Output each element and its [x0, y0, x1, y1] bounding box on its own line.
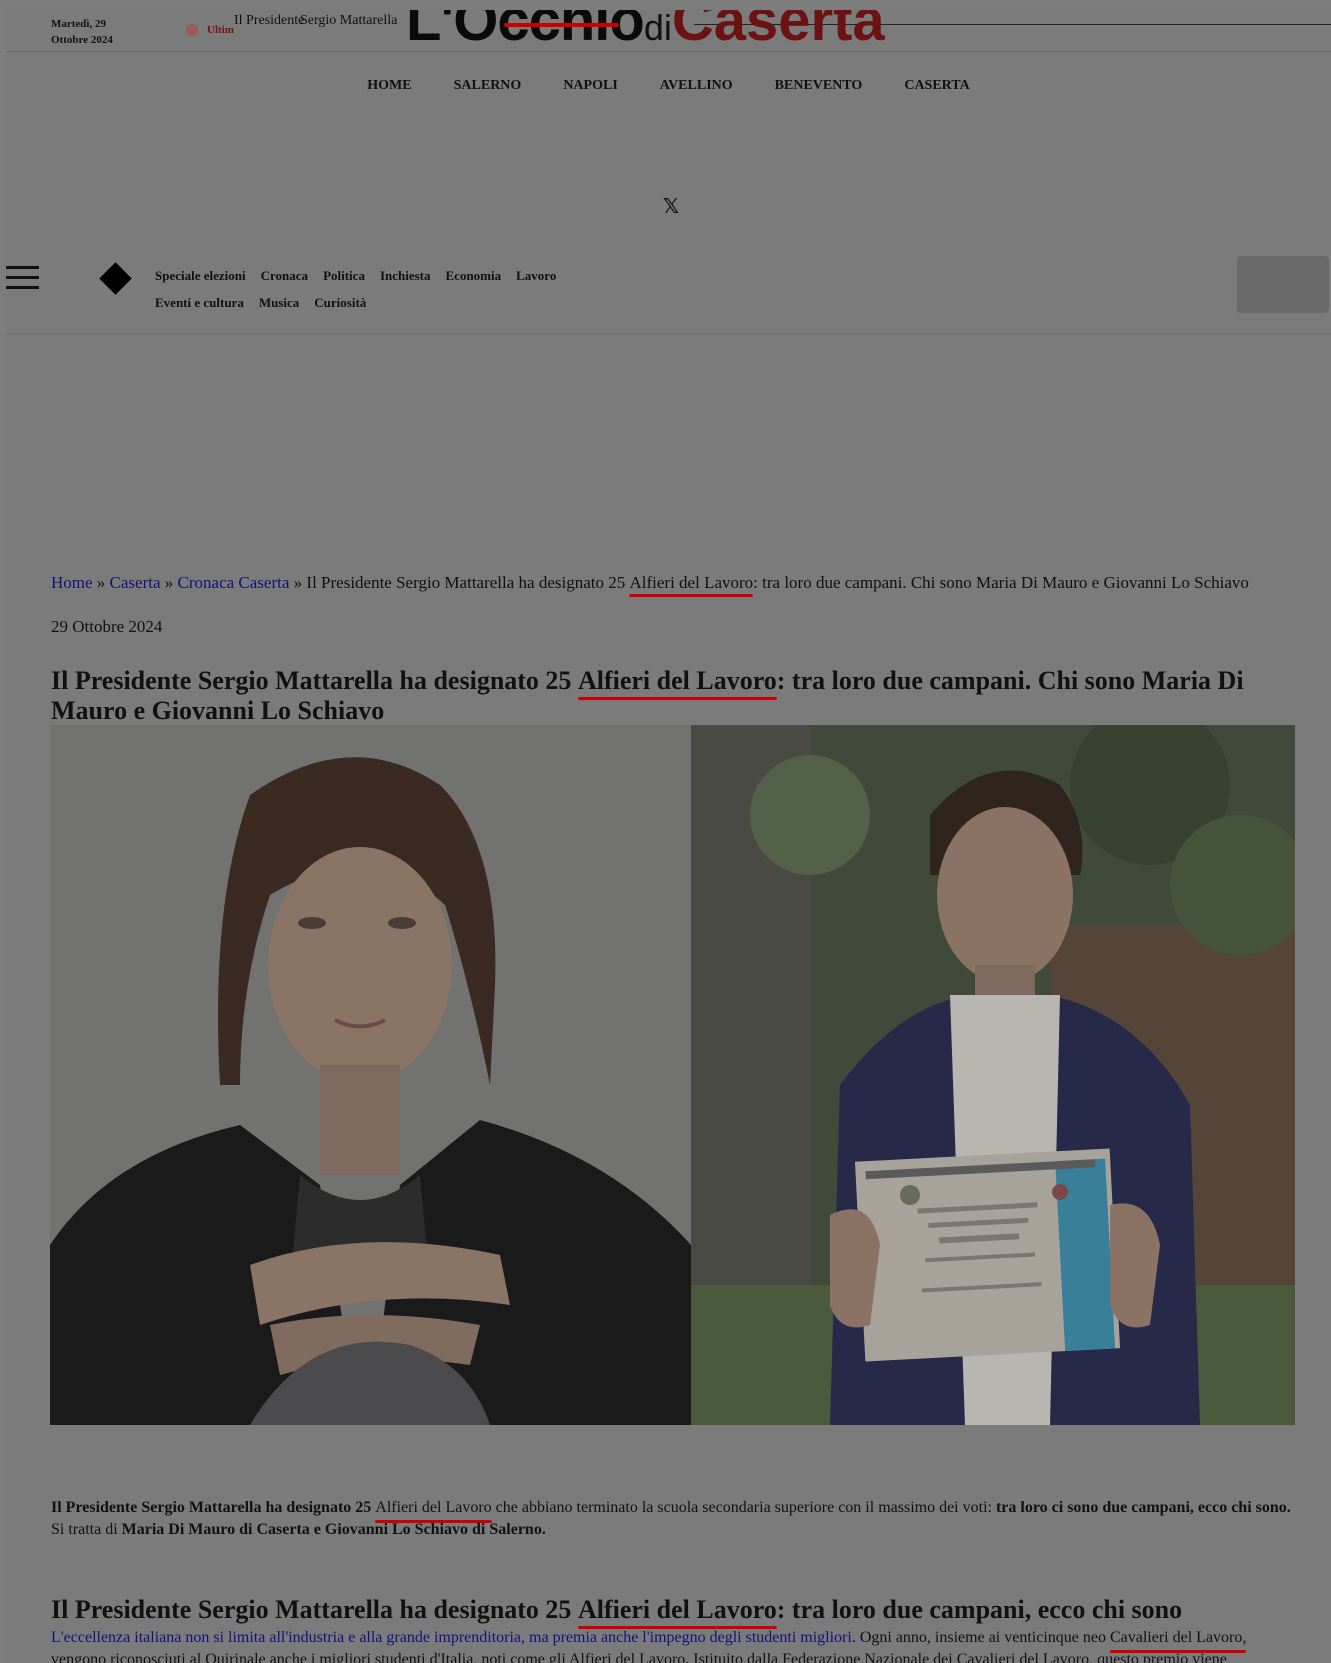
- breadcrumb-caserta[interactable]: Caserta: [110, 573, 161, 592]
- cat-politica[interactable]: Politica: [323, 262, 365, 289]
- article-paragraph: L'eccellenza italiana non si limita all'…: [51, 1629, 1247, 1663]
- cat-economia[interactable]: Economia: [446, 262, 502, 289]
- article-title: Il Presidente Sergio Mattarella ha desig…: [51, 666, 1244, 725]
- cat-speciale-elezioni[interactable]: Speciale elezioni: [155, 262, 246, 289]
- cat-eventi-cultura[interactable]: Eventi e cultura: [155, 289, 244, 316]
- cat-inchiesta[interactable]: Inchiesta: [380, 262, 431, 289]
- logo-highlight: [504, 23, 619, 27]
- article-hero-image: [50, 725, 1295, 1425]
- article-subheading: Il Presidente Sergio Mattarella ha desig…: [51, 1595, 1183, 1629]
- cat-lavoro[interactable]: Lavoro: [516, 262, 556, 289]
- nav-home[interactable]: HOME: [346, 78, 432, 94]
- article-lead: Il Presidente Sergio Mattarella ha desig…: [51, 1499, 1291, 1538]
- cat-cronaca[interactable]: Cronaca: [261, 262, 308, 289]
- nav-napoli[interactable]: NAPOLI: [542, 78, 638, 94]
- publish-date: 29 Ottobre 2024: [51, 617, 163, 636]
- nav-benevento[interactable]: BENEVENTO: [754, 78, 884, 94]
- search-button[interactable]: [1237, 256, 1329, 313]
- x-social-icon[interactable]: 𝕏: [663, 194, 679, 218]
- cat-musica[interactable]: Musica: [259, 289, 299, 316]
- breadcrumb-current: Il Presidente Sergio Mattarella ha desig…: [306, 573, 1249, 597]
- category-bar: Speciale elezioni Cronaca Politica Inchiest…: [6, 248, 1331, 334]
- paragraph-link[interactable]: L'eccellenza italiana non si limita all'…: [51, 1629, 852, 1646]
- hamburger-menu-icon[interactable]: [6, 266, 39, 290]
- diamond-logo-icon[interactable]: [99, 262, 132, 295]
- current-date: Martedì, 29 Ottobre 2024: [51, 18, 113, 46]
- cat-curiosita[interactable]: Curiosità: [314, 289, 366, 316]
- latest-news-label: Ultim: [186, 24, 234, 36]
- category-nav: Speciale elezioni Cronaca Politica Inchiest…: [155, 262, 615, 316]
- live-dot-icon: [186, 24, 198, 36]
- nav-salerno[interactable]: SALERNO: [433, 78, 543, 94]
- main-nav: HOME SALERNO NAPOLI AVELLINO BENEVENTO C…: [6, 78, 1331, 94]
- breadcrumb-home[interactable]: Home: [51, 573, 93, 592]
- site-logo[interactable]: L'OcchiodiCaserta: [406, 10, 885, 50]
- nav-caserta[interactable]: CASERTA: [883, 78, 990, 94]
- page: Martedì, 29 Ottobre 2024 Ultim Il Presid…: [6, 10, 1331, 1663]
- breadcrumb-cronaca[interactable]: Cronaca Caserta: [178, 573, 290, 592]
- breadcrumb: Home » Caserta » Cronaca Caserta » Il Pr…: [51, 573, 1249, 597]
- nav-avellino[interactable]: AVELLINO: [639, 78, 754, 94]
